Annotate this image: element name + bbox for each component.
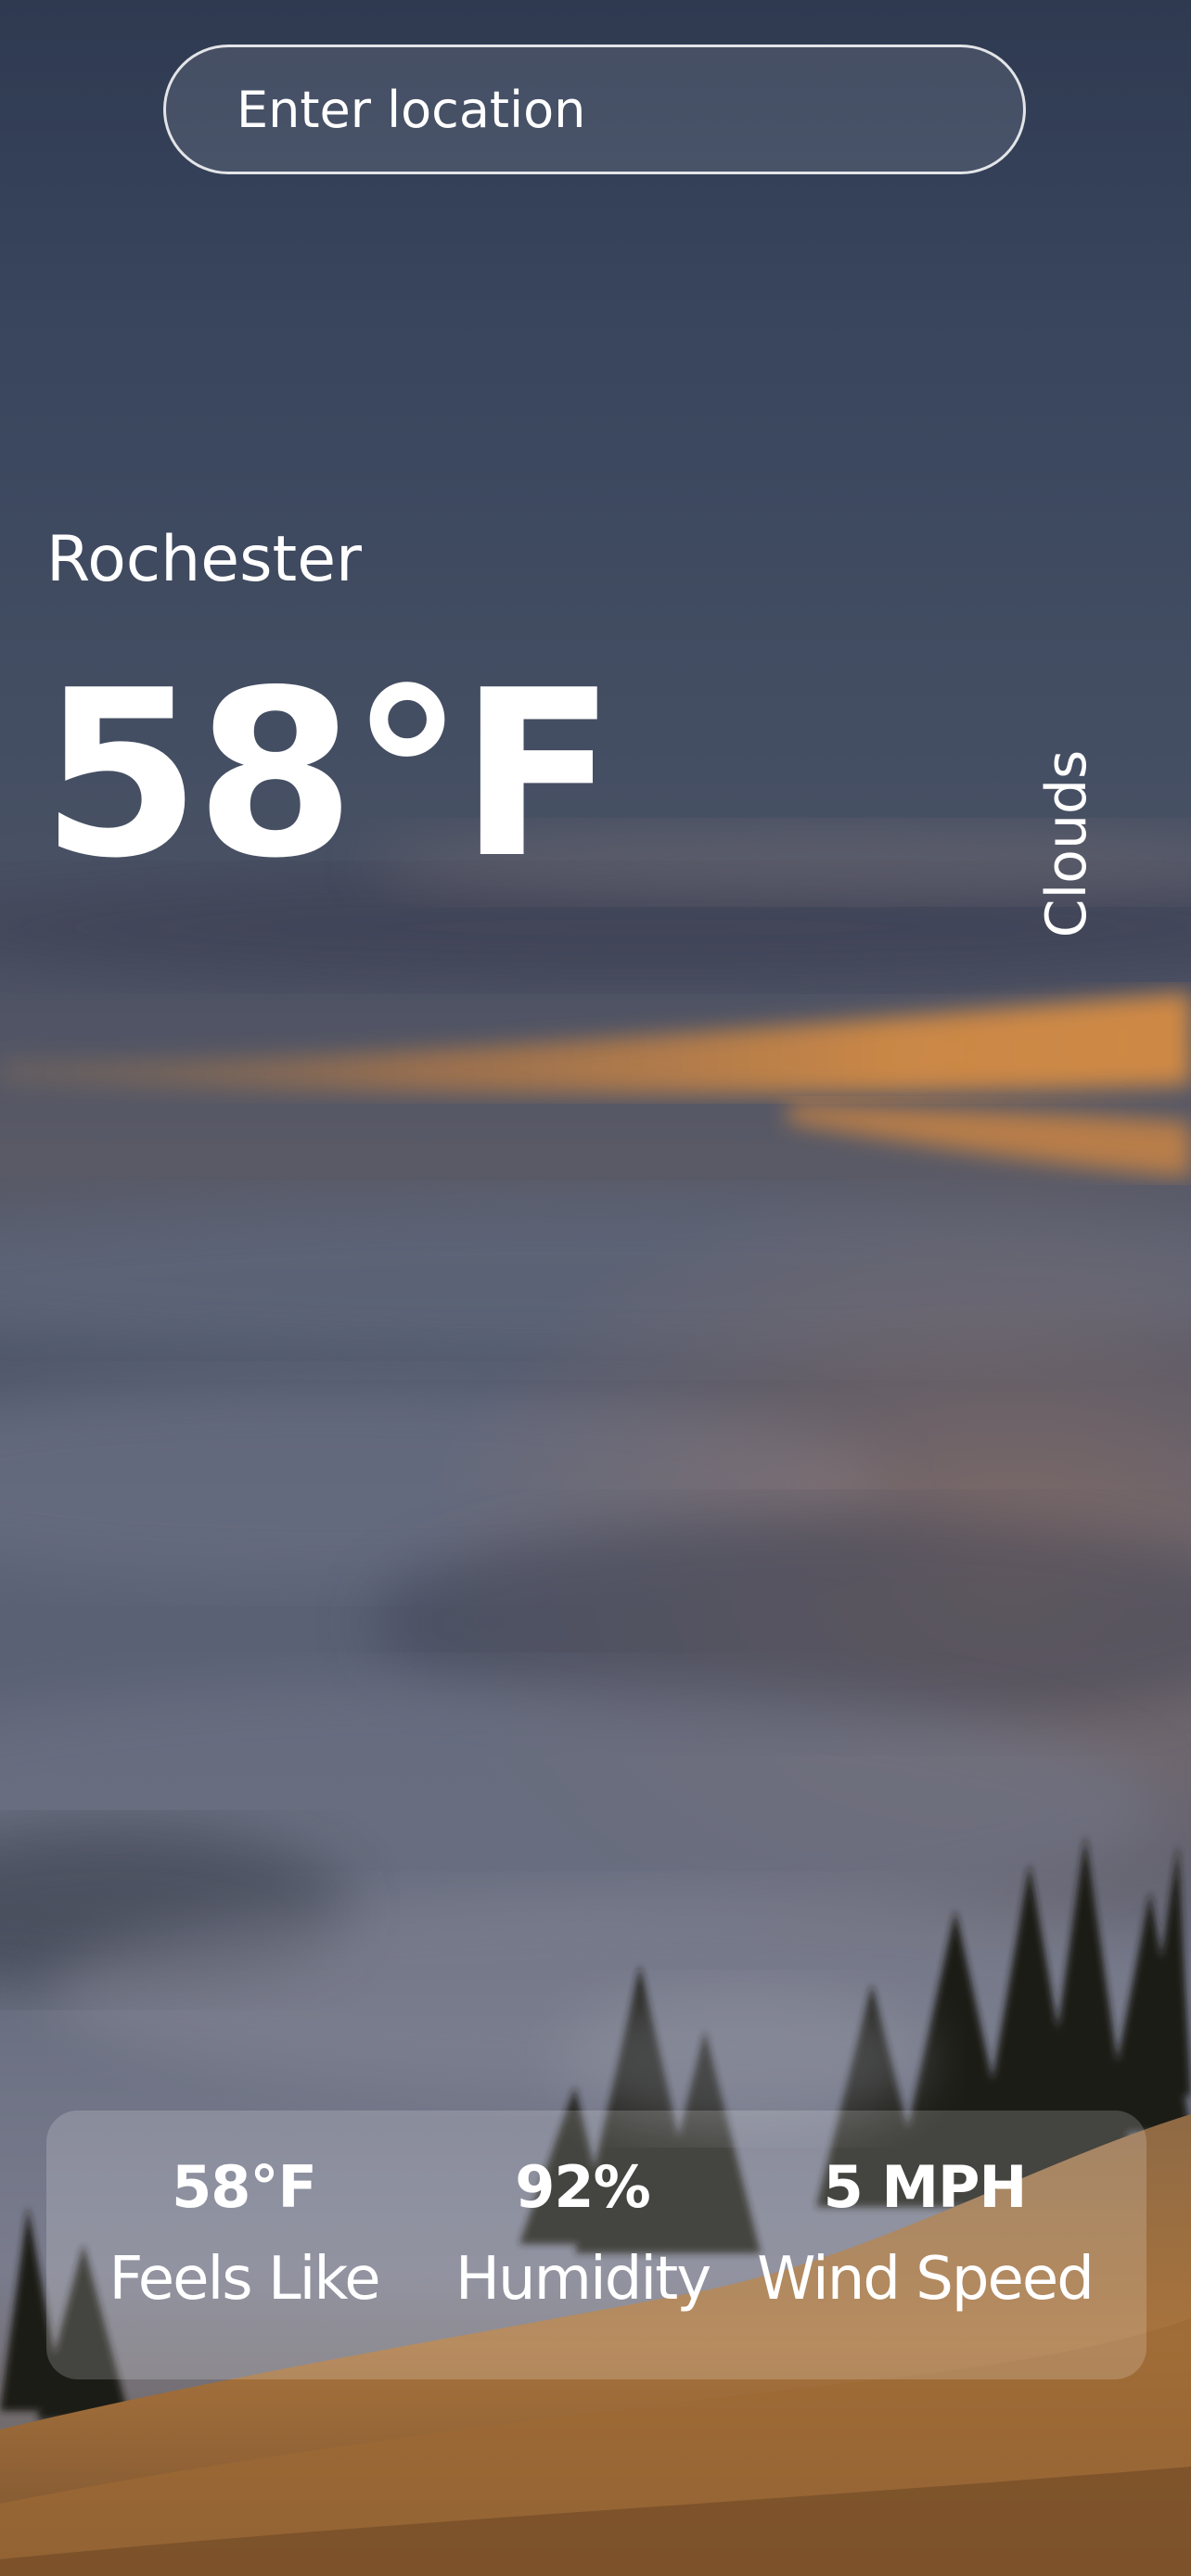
current-temperature: 58°F [41,642,617,909]
feels-like-value: 58°F [172,2153,317,2221]
wind-speed-label: Wind Speed [757,2245,1095,2314]
wind-speed-value: 5 MPH [823,2153,1028,2221]
humidity-value: 92% [515,2153,650,2221]
weather-details-panel: 58°F Feels Like 92% Humidity 5 MPH Wind … [46,2111,1146,2379]
wind-speed-stat: 5 MPH Wind Speed [707,2153,1143,2314]
feels-like-label: Feels Like [109,2245,380,2314]
weather-condition: Clouds [1034,749,1099,938]
location-search-input[interactable] [235,79,1023,140]
city-name: Rochester [46,523,362,596]
location-search-field[interactable] [163,45,1026,174]
feels-like-stat: 58°F Feels Like [63,2153,425,2314]
humidity-label: Humidity [455,2245,711,2314]
humidity-stat: 92% Humidity [416,2153,749,2314]
